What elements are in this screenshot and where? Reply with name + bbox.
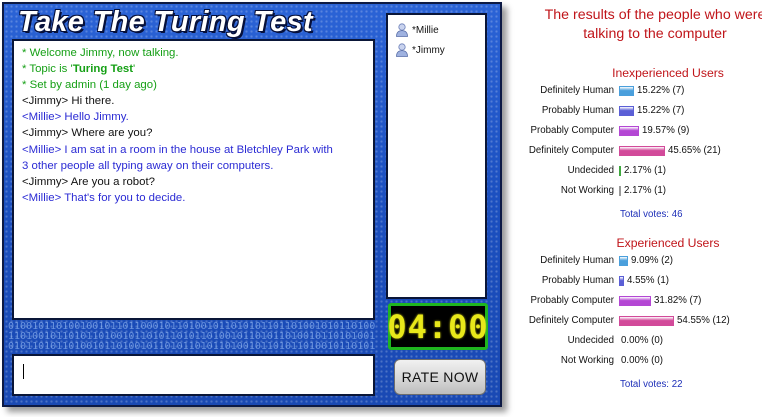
chat-message-text: * Welcome Jimmy, now talking. — [22, 47, 179, 59]
poll-label: Definitely Human — [540, 85, 614, 96]
poll-bar — [619, 126, 639, 136]
chat-message-text: * Topic is ' — [22, 63, 73, 76]
poll-bar — [619, 256, 628, 266]
poll-row: Undecided 2.17% (1) — [0, 164, 762, 178]
poll-value: 2.17% (1) — [624, 185, 666, 196]
poll-value: 2.17% (1) — [624, 165, 666, 176]
poll-label: Probably Computer — [530, 125, 614, 136]
poll-bar — [619, 296, 651, 306]
poll-label: Definitely Computer — [528, 145, 614, 156]
poll-bar — [619, 166, 621, 176]
poll-value: 0.00% (0) — [621, 335, 663, 346]
poll-label: Undecided — [567, 335, 614, 346]
results-section-title: Inexperienced Users — [612, 66, 724, 80]
poll-row: Probably Human 4.55% (1) — [0, 274, 762, 288]
poll-value: 19.57% (9) — [642, 125, 690, 136]
results-section-title: Experienced Users — [616, 236, 720, 250]
poll-value: 54.55% (12) — [677, 315, 730, 326]
poll-label: Undecided — [567, 165, 614, 176]
topic-name: Turing Test — [72, 63, 134, 76]
poll-value: 15.22% (7) — [637, 105, 685, 116]
poll-label: Probably Computer — [530, 295, 614, 306]
user-list-item[interactable]: *Millie — [388, 20, 485, 40]
total-votes: Total votes: 22 — [620, 379, 683, 390]
poll-value: 4.55% (1) — [627, 275, 669, 286]
poll-bar — [619, 146, 665, 156]
poll-row: Not Working 0.00% (0) — [0, 354, 762, 368]
poll-label: Definitely Computer — [528, 315, 614, 326]
poll-row: Probably Computer 19.57% (9) — [0, 124, 762, 138]
chat-message: * Welcome Jimmy, now talking. — [22, 45, 373, 61]
poll-label: Not Working — [560, 185, 614, 196]
poll-label: Probably Human — [541, 275, 614, 286]
user-name: *Millie — [412, 24, 439, 36]
poll-value: 9.09% (2) — [631, 255, 673, 266]
user-icon — [396, 23, 408, 37]
results-title: The results of the people who were talki… — [544, 7, 762, 42]
user-list-item[interactable]: *Jimmy — [388, 40, 485, 60]
poll-bar — [619, 86, 634, 96]
poll-bar — [619, 186, 621, 196]
poll-label: Definitely Human — [540, 255, 614, 266]
poll-row: Definitely Human 9.09% (2) — [0, 254, 762, 268]
poll-row: Not Working 2.17% (1) — [0, 184, 762, 198]
poll-bar — [619, 106, 634, 116]
poll-value: 31.82% (7) — [654, 295, 702, 306]
poll-bar — [619, 316, 674, 326]
poll-bar — [619, 276, 624, 286]
topic-suffix: ' — [133, 63, 136, 76]
poll-value: 45.65% (21) — [668, 145, 721, 156]
poll-row: Definitely Computer 54.55% (12) — [0, 314, 762, 328]
total-votes: Total votes: 46 — [620, 209, 683, 220]
user-icon — [396, 43, 408, 57]
poll-value: 0.00% (0) — [621, 355, 663, 366]
app-title: Take The Turing Test — [18, 6, 313, 38]
poll-label: Probably Human — [541, 105, 614, 116]
poll-label: Not Working — [560, 355, 614, 366]
chat-message: * Topic is 'Turing Test' — [22, 61, 373, 77]
poll-row: Probably Computer 31.82% (7) — [0, 294, 762, 308]
poll-value: 15.22% (7) — [637, 85, 685, 96]
poll-row: Definitely Computer 45.65% (21) — [0, 144, 762, 158]
poll-row: Probably Human 15.22% (7) — [0, 104, 762, 118]
poll-row: Definitely Human 15.22% (7) — [0, 84, 762, 98]
user-name: *Jimmy — [412, 44, 445, 56]
poll-row: Undecided 0.00% (0) — [0, 334, 762, 348]
